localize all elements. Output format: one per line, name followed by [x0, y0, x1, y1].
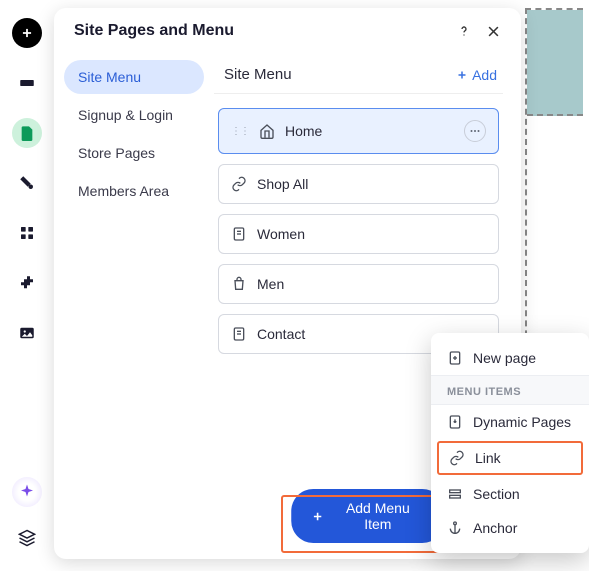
menu-item-men[interactable]: Men [218, 264, 499, 304]
sidebar-item-store-pages[interactable]: Store Pages [64, 136, 204, 170]
pages-icon[interactable] [12, 118, 42, 148]
menu-item-women[interactable]: Women [218, 214, 499, 254]
menu-item-label: Home [285, 123, 322, 139]
sidebar-item-site-menu[interactable]: Site Menu [64, 60, 204, 94]
dropdown-dynamic-pages[interactable]: Dynamic Pages [431, 405, 589, 439]
canvas-header-region [527, 10, 583, 116]
dropdown-link[interactable]: Link [437, 441, 583, 475]
link-icon [231, 176, 247, 192]
menu-item-shop-all[interactable]: Shop All [218, 164, 499, 204]
dropdown-section[interactable]: Section [431, 477, 589, 511]
sidebar-item-signup-login[interactable]: Signup & Login [64, 98, 204, 132]
panel-title: Site Pages and Menu [74, 22, 234, 40]
more-actions-icon[interactable] [464, 120, 486, 142]
link-icon [449, 450, 465, 466]
panel-header: Site Pages and Menu [54, 8, 521, 50]
drag-handle-icon[interactable]: ⋮⋮ [231, 126, 249, 137]
new-page-icon [447, 350, 463, 366]
anchor-icon [447, 520, 463, 536]
add-element-button[interactable] [12, 18, 42, 48]
add-menu-dropdown: New page MENU ITEMS Dynamic Pages Link S… [431, 333, 589, 553]
menu-item-label: Women [257, 226, 305, 242]
help-icon[interactable] [456, 23, 472, 39]
menu-item-list: ⋮⋮ Home Shop All [214, 94, 503, 354]
design-icon[interactable] [12, 168, 42, 198]
layers-icon[interactable] [12, 523, 42, 553]
media-icon[interactable] [12, 318, 42, 348]
site-structure-icon[interactable] [12, 68, 42, 98]
page-icon [231, 326, 247, 342]
dropdown-label: Link [475, 450, 501, 466]
dropdown-new-page[interactable]: New page [431, 341, 589, 375]
dropdown-label: New page [473, 350, 536, 366]
dropdown-label: Section [473, 486, 520, 502]
add-menu-item-button[interactable]: Add Menu Item [291, 489, 445, 543]
add-link[interactable]: Add [456, 67, 497, 83]
page-icon [231, 226, 247, 242]
menu-item-label: Shop All [257, 176, 308, 192]
ai-sparkle-icon[interactable] [12, 477, 42, 507]
dynamic-pages-icon [447, 414, 463, 430]
home-icon [259, 123, 275, 139]
bag-icon [231, 276, 247, 292]
menu-item-home[interactable]: ⋮⋮ Home [218, 108, 499, 154]
dropdown-label: Dynamic Pages [473, 414, 571, 430]
apps-icon[interactable] [12, 218, 42, 248]
add-menu-item-label: Add Menu Item [331, 500, 424, 532]
close-icon[interactable] [486, 24, 501, 39]
content-title: Site Menu [224, 66, 292, 83]
side-nav: Site Menu Signup & Login Store Pages Mem… [54, 50, 214, 559]
left-rail [0, 0, 54, 571]
sidebar-item-members-area[interactable]: Members Area [64, 174, 204, 208]
section-icon [447, 486, 463, 502]
extensions-icon[interactable] [12, 268, 42, 298]
dropdown-anchor[interactable]: Anchor [431, 511, 589, 545]
dropdown-section-header: MENU ITEMS [431, 375, 589, 405]
dropdown-label: Anchor [473, 520, 517, 536]
menu-item-label: Contact [257, 326, 305, 342]
menu-item-label: Men [257, 276, 284, 292]
add-link-label: Add [472, 67, 497, 83]
